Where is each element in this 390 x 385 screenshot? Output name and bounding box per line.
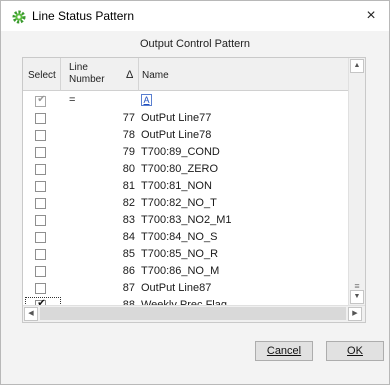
- scroll-right-icon[interactable]: ▶: [348, 307, 362, 321]
- row-line-number: 84: [122, 231, 135, 243]
- row-checkbox[interactable]: [35, 113, 46, 124]
- row-checkbox[interactable]: [35, 198, 46, 209]
- filter-equals-icon[interactable]: =: [69, 94, 75, 106]
- row-name: OutPut Line87: [141, 282, 212, 294]
- horizontal-scrollbar[interactable]: ◀ ▶: [23, 305, 365, 322]
- close-button[interactable]: ×: [353, 1, 389, 31]
- filter-row: ✔ = A: [23, 93, 349, 110]
- title-bar: Line Status Pattern ×: [1, 1, 389, 31]
- table-row[interactable]: 78 OutPut Line78: [23, 127, 349, 144]
- row-name: T700:85_NO_R: [141, 248, 219, 260]
- row-line-number: 87: [122, 282, 135, 294]
- row-name: T700:86_NO_M: [141, 265, 220, 277]
- row-name: T700:82_NO_T: [141, 197, 217, 209]
- table-row[interactable]: 77 OutPut Line77: [23, 110, 349, 127]
- horizontal-scroll-thumb[interactable]: [40, 307, 346, 320]
- text-filter-icon[interactable]: A: [141, 94, 152, 106]
- row-line-number: 77: [122, 112, 135, 124]
- row-name: T700:81_NON: [141, 180, 212, 192]
- row-line-number: 81: [122, 180, 135, 192]
- vertical-scrollbar[interactable]: ▲ ≡ ▼: [348, 58, 365, 306]
- line-header-label-line: Line: [69, 62, 88, 73]
- row-checkbox[interactable]: [35, 147, 46, 158]
- sort-ascending-icon: Δ: [126, 69, 134, 81]
- row-checkbox[interactable]: [35, 249, 46, 260]
- row-checkbox[interactable]: [35, 130, 46, 141]
- column-header-select[interactable]: Select: [23, 58, 61, 91]
- select-header-label: Select: [28, 70, 56, 81]
- row-name: OutPut Line78: [141, 129, 212, 141]
- row-name: T700:89_COND: [141, 146, 220, 158]
- line-status-pattern-dialog: Line Status Pattern × Output Control Pat…: [0, 0, 390, 385]
- row-line-number: 78: [122, 129, 135, 141]
- column-header-line-number[interactable]: Line Number Δ: [61, 58, 139, 91]
- table-row[interactable]: 79 T700:89_COND: [23, 144, 349, 161]
- row-checkbox[interactable]: [35, 181, 46, 192]
- cancel-button-label: Cancel: [266, 345, 302, 357]
- table-row[interactable]: 86 T700:86_NO_M: [23, 263, 349, 280]
- table-row[interactable]: 81 T700:81_NON: [23, 178, 349, 195]
- table-row[interactable]: 82 T700:82_NO_T: [23, 195, 349, 212]
- section-title: Output Control Pattern: [139, 38, 251, 50]
- scroll-down-icon[interactable]: ▼: [350, 290, 364, 304]
- row-checkbox[interactable]: [35, 266, 46, 277]
- table-row[interactable]: 83 T700:83_NO2_M1: [23, 212, 349, 229]
- window-title: Line Status Pattern: [32, 9, 135, 23]
- scroll-up-icon[interactable]: ▲: [350, 59, 364, 73]
- name-header-label: Name: [142, 70, 169, 81]
- row-checkbox[interactable]: [35, 283, 46, 294]
- row-name: T700:84_NO_S: [141, 231, 218, 243]
- row-checkbox[interactable]: [35, 215, 46, 226]
- row-name: T700:80_ZERO: [141, 163, 219, 175]
- line-grid: Select Line Number Δ Name ✔ = A 77 OutPu…: [22, 57, 366, 323]
- line-header-label-number: Number: [69, 74, 105, 85]
- row-name: T700:83_NO2_M1: [141, 214, 232, 226]
- table-row[interactable]: 85 T700:85_NO_R: [23, 246, 349, 263]
- row-line-number: 80: [122, 163, 135, 175]
- table-row[interactable]: 87 OutPut Line87: [23, 280, 349, 297]
- row-line-number: 83: [122, 214, 135, 226]
- filter-checkbox[interactable]: ✔: [35, 94, 46, 107]
- table-row[interactable]: 80 T700:80_ZERO: [23, 161, 349, 178]
- row-line-number: 85: [122, 248, 135, 260]
- row-checkbox[interactable]: [35, 232, 46, 243]
- ok-button-label: OK: [347, 345, 363, 357]
- row-checkbox[interactable]: [35, 164, 46, 175]
- row-line-number: 82: [122, 197, 135, 209]
- table-row[interactable]: 84 T700:84_NO_S: [23, 229, 349, 246]
- row-name: OutPut Line77: [141, 112, 212, 124]
- cancel-button[interactable]: Cancel: [255, 341, 313, 361]
- row-line-number: 86: [122, 265, 135, 277]
- row-line-number: 79: [122, 146, 135, 158]
- ok-button[interactable]: OK: [326, 341, 384, 361]
- scroll-left-icon[interactable]: ◀: [24, 307, 38, 321]
- gear-icon: [12, 10, 26, 24]
- column-header-name[interactable]: Name: [139, 58, 349, 91]
